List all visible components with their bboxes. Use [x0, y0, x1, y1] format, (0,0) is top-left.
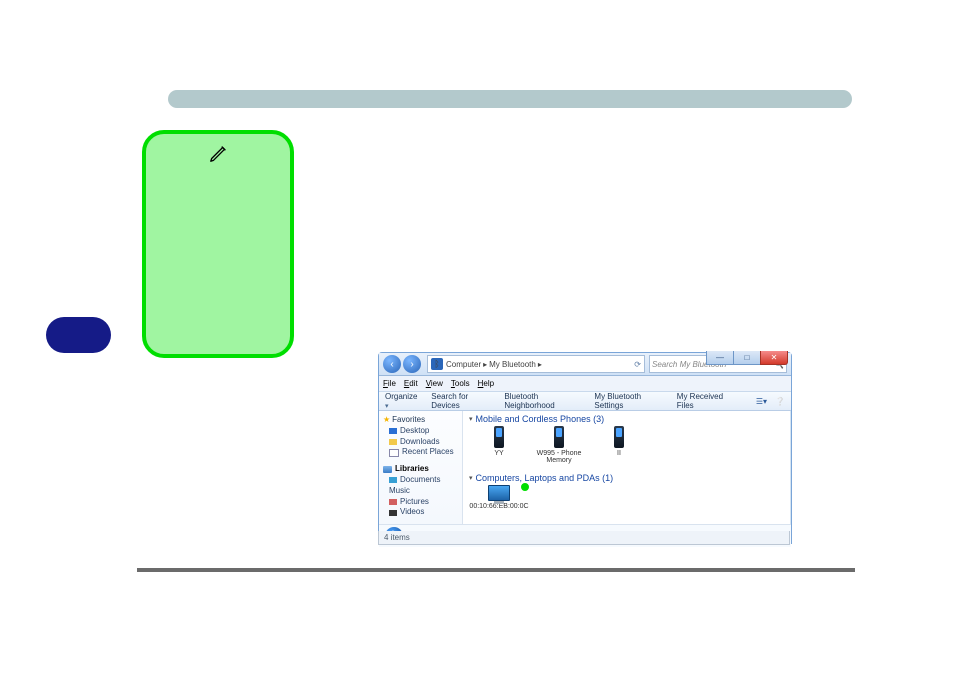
- breadcrumb-node[interactable]: My Bluetooth: [489, 360, 536, 369]
- documents-icon: [389, 477, 397, 483]
- menu-edit[interactable]: Edit: [404, 379, 418, 388]
- tree-music[interactable]: Music: [389, 486, 459, 497]
- desktop-icon: [389, 428, 397, 434]
- address-bar[interactable]: ᛒ Computer ▸ My Bluetooth ▸ ⟳: [427, 355, 645, 373]
- menu-tools[interactable]: Tools: [451, 379, 470, 388]
- cmd-my-bluetooth-settings[interactable]: My Bluetooth Settings: [594, 392, 664, 410]
- group-title: Mobile and Cordless Phones (3): [476, 414, 605, 424]
- tree-videos[interactable]: Videos: [389, 507, 459, 518]
- collapse-icon: ▾: [469, 474, 473, 482]
- tree-desktop[interactable]: Desktop: [389, 426, 459, 437]
- explorer-window: — □ ✕ ‹ › ᛒ Computer ▸ My Bluetooth ▸ ⟳ …: [378, 352, 792, 544]
- chevron-right-icon: ▸: [538, 360, 542, 369]
- nav-pane: ★Favorites Desktop Downloads Recent Plac…: [379, 411, 463, 524]
- tree-recent[interactable]: Recent Places: [389, 447, 459, 458]
- maximize-button[interactable]: □: [733, 351, 761, 365]
- refresh-icon[interactable]: ⟳: [634, 360, 641, 369]
- device-item[interactable]: W995 - Phone Memory: [529, 426, 589, 472]
- back-button[interactable]: ‹: [383, 355, 401, 373]
- cmd-search-devices[interactable]: Search for Devices: [431, 392, 492, 410]
- content-pane: ▾ Mobile and Cordless Phones (3) YY W995…: [463, 411, 791, 524]
- menu-file[interactable]: FFileile: [383, 379, 396, 388]
- device-label: 00:10:66:EB:00:0C: [469, 503, 528, 524]
- footer-rule: [137, 568, 855, 572]
- tree-downloads[interactable]: Downloads: [389, 437, 459, 448]
- computer-icon: [488, 485, 510, 501]
- command-bar: Organize Search for Devices Bluetooth Ne…: [379, 392, 791, 411]
- recent-icon: [389, 449, 399, 457]
- menu-view[interactable]: View: [426, 379, 443, 388]
- note-card: [142, 130, 294, 358]
- videos-icon: [389, 510, 397, 516]
- cmd-my-received-files[interactable]: My Received Files: [677, 392, 736, 410]
- window-buttons: — □ ✕: [707, 351, 788, 366]
- device-item[interactable]: YY: [469, 426, 529, 472]
- explorer-body: ★Favorites Desktop Downloads Recent Plac…: [379, 411, 791, 524]
- collapse-icon: ▾: [469, 415, 473, 423]
- group-title: Computers, Laptops and PDAs (1): [476, 473, 614, 483]
- status-bar: 4 items: [378, 531, 790, 545]
- menu-bar: FFileile Edit View Tools Help: [379, 376, 791, 392]
- help-icon[interactable]: ❔: [775, 397, 785, 406]
- group-header-phones[interactable]: ▾ Mobile and Cordless Phones (3): [469, 414, 785, 424]
- forward-button[interactable]: ›: [403, 355, 421, 373]
- page-pill: [46, 317, 111, 353]
- device-label: II: [617, 450, 621, 472]
- phone-icon: [614, 426, 624, 448]
- star-icon: ★: [383, 415, 390, 426]
- group-header-computers[interactable]: ▾ Computers, Laptops and PDAs (1): [469, 473, 785, 483]
- tree-favorites[interactable]: ★Favorites: [383, 415, 459, 426]
- downloads-icon: [389, 439, 397, 445]
- status-text: 4 items: [384, 533, 410, 542]
- pictures-icon: [389, 499, 397, 505]
- bluetooth-icon: ᛒ: [431, 358, 443, 370]
- title-bar: [168, 90, 852, 108]
- menu-help[interactable]: Help: [478, 379, 494, 388]
- libraries-icon: [383, 466, 392, 473]
- minimize-button[interactable]: —: [706, 351, 734, 365]
- tree-libraries[interactable]: Libraries: [383, 464, 459, 475]
- device-label: W995 - Phone Memory: [529, 450, 589, 472]
- tree-pictures[interactable]: Pictures: [389, 497, 459, 508]
- device-label: YY: [494, 450, 503, 472]
- chevron-right-icon: ▸: [483, 360, 487, 369]
- view-icon[interactable]: ☰▾: [756, 397, 767, 406]
- cmd-organize[interactable]: Organize: [385, 392, 419, 410]
- device-item[interactable]: II: [589, 426, 649, 472]
- pen-icon: [208, 142, 230, 167]
- breadcrumb-root[interactable]: Computer: [446, 360, 481, 369]
- device-item[interactable]: 00:10:66:EB:00:0C: [469, 485, 529, 524]
- tree-documents[interactable]: Documents: [389, 475, 459, 486]
- cmd-bluetooth-neighborhood[interactable]: Bluetooth Neighborhood: [504, 392, 582, 410]
- phone-icon: [494, 426, 504, 448]
- close-button[interactable]: ✕: [760, 351, 788, 365]
- phone-icon: [554, 426, 564, 448]
- group-row-phones: YY W995 - Phone Memory II: [469, 426, 785, 472]
- group-row-computers: 00:10:66:EB:00:0C: [469, 485, 785, 524]
